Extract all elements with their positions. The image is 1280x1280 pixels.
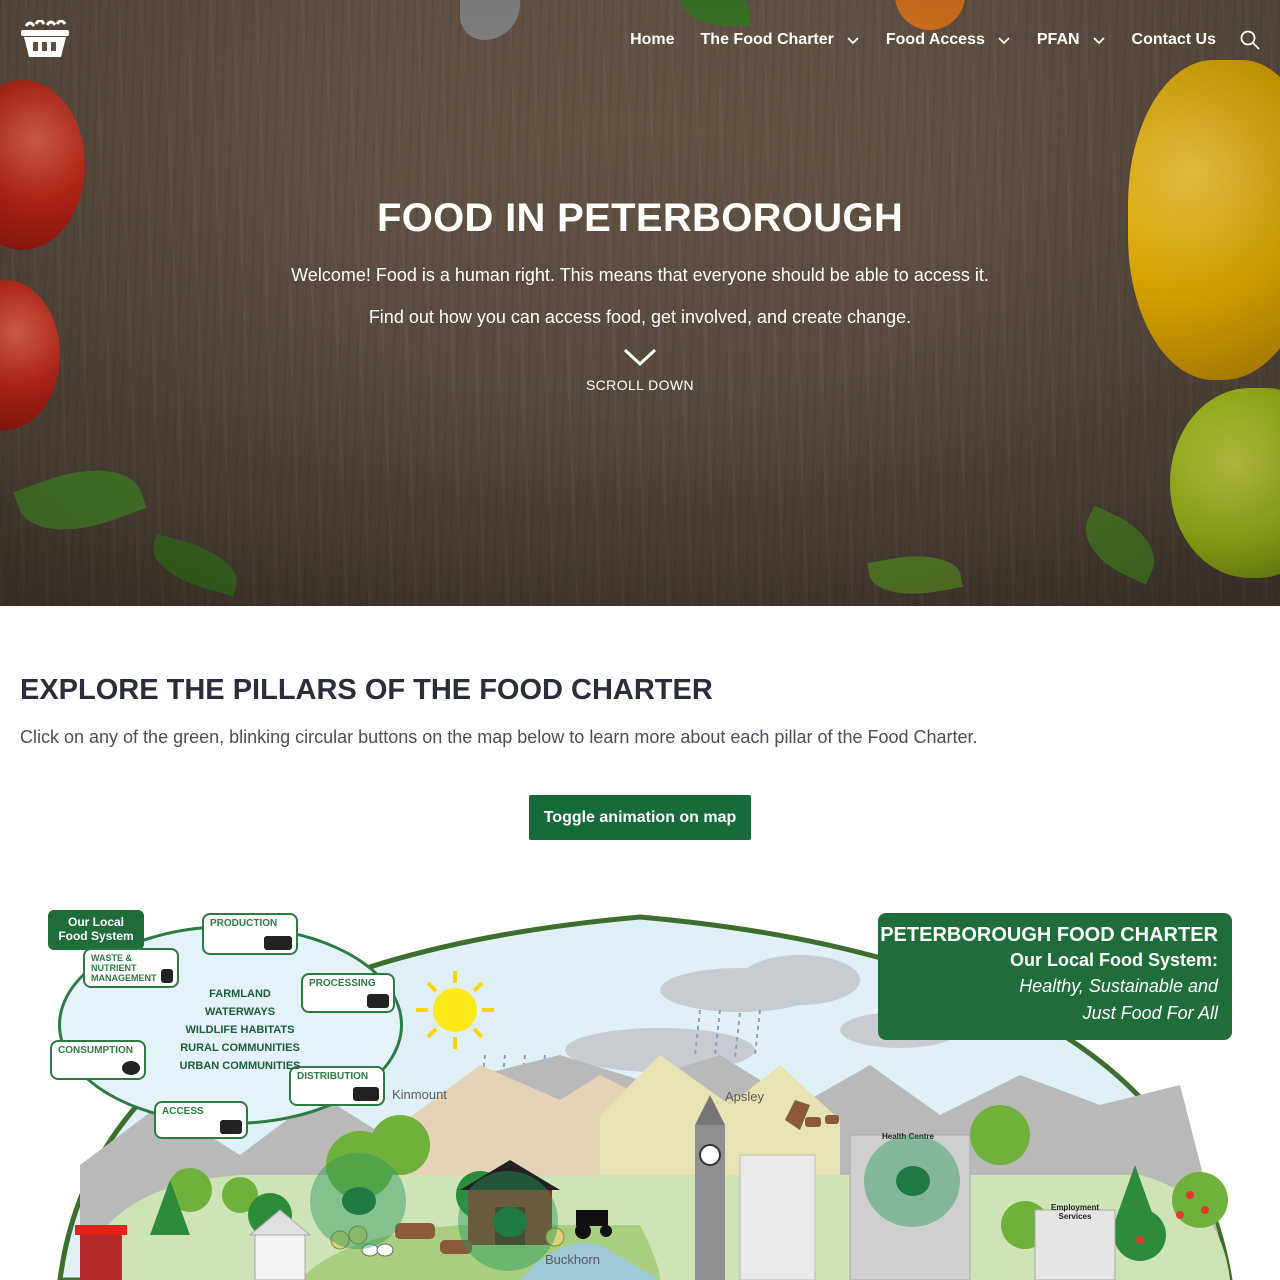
cycle-waste-label-2: NUTRIENT [91,963,137,973]
cycle-access-label: ACCESS [162,1106,204,1117]
truck-icon [353,1087,379,1101]
hero-content: FOOD IN PETERBOROUGH Welcome! Food is a … [0,196,1280,393]
employment-label-line2: Services [1058,1212,1092,1221]
chevron-down-icon[interactable] [1092,33,1106,47]
food-system-title-line1: Our Local [67,915,124,929]
food-system-title-line2: Food System [58,929,134,943]
pillar-button-dot [896,1166,930,1196]
cycle-waste-label-1: WASTE & [91,953,133,963]
employment-services-label: Employment Services [1035,1203,1115,1221]
cycle-access: ACCESS [154,1101,248,1139]
place-kinmount: Kinmount [392,1087,447,1102]
scroll-down-icon[interactable] [623,347,657,367]
land-type-item: WATERWAYS [204,1006,276,1018]
section-title: EXPLORE THE PILLARS OF THE FOOD CHARTER [20,674,713,706]
nav-label: The Food Charter [700,31,834,48]
cycle-production-label: PRODUCTION [210,918,278,929]
compost-icon [161,969,173,983]
pillar-button-health-centre[interactable] [864,1135,960,1227]
chevron-down-icon[interactable] [997,33,1011,47]
food-system-title: Our Local Food System [48,910,144,950]
land-type-item: RURAL COMMUNITIES [180,1042,300,1054]
nav-label: Food Access [885,31,985,48]
main-navigation: Home The Food Charter Food Access PFAN C… [0,0,1280,80]
hero-section: Home The Food Charter Food Access PFAN C… [0,0,1280,606]
nav-label: PFAN [1036,31,1080,48]
cycle-processing: PROCESSING [301,973,395,1013]
food-basket-icon[interactable] [20,20,70,58]
hero-welcome-text: Welcome! Food is a human right. This mea… [291,265,989,285]
place-apsley: Apsley [725,1089,765,1104]
land-type-item: FARMLAND [209,988,271,1000]
charter-tagline-2: Just Food For All [1082,1003,1218,1023]
toggle-animation-button[interactable]: Toggle animation on map [529,795,751,840]
food-charter-banner: PETERBOROUGH FOOD CHARTER Our Local Food… [878,913,1232,1040]
nav-item-food-access[interactable]: Food Access [886,31,1011,49]
pillar-button-dot [493,1207,527,1237]
section-description: Click on any of the green, blinking circ… [20,727,978,747]
pillar-button-farm[interactable] [458,1171,558,1271]
search-icon[interactable] [1240,30,1260,50]
pillar-button-dot [342,1187,376,1215]
cycle-processing-label: PROCESSING [309,978,376,989]
employment-label-line1: Employment [1050,1203,1099,1212]
cycle-production: PRODUCTION [202,913,298,955]
scroll-down-link[interactable]: SCROLL DOWN [0,377,1280,393]
nav-item-home[interactable]: Home [630,31,674,49]
nav-label: Home [630,31,675,48]
cycle-waste: WASTE & NUTRIENT MANAGEMENT [83,948,179,988]
jar-icon [367,994,389,1008]
plate-icon [122,1061,140,1075]
cycle-consumption-label: CONSUMPTION [58,1045,133,1056]
store-icon [220,1120,242,1134]
hero-subtext: Find out how you can access food, get in… [368,307,912,327]
cycle-consumption: CONSUMPTION [50,1040,146,1080]
pillar-button-farmland[interactable] [310,1153,406,1249]
nav-menu: Home The Food Charter Food Access PFAN C… [604,24,1260,56]
food-system-map: Our Local Food System PRODUCTION PROCESS… [40,905,1240,1280]
place-buckhorn: Buckhorn [545,1252,600,1267]
land-types-list: FARMLAND WATERWAYS WILDLIFE HABITATS RUR… [168,985,312,1075]
nav-item-contact[interactable]: Contact Us [1132,31,1216,49]
nav-item-food-charter[interactable]: The Food Charter [701,31,860,49]
charter-title: PETERBOROUGH FOOD CHARTER [880,924,1218,946]
chevron-down-icon[interactable] [846,33,860,47]
cycle-waste-label-3: MANAGEMENT [91,973,157,983]
land-type-item: URBAN COMMUNITIES [179,1060,301,1072]
page-title: FOOD IN PETERBOROUGH [376,196,904,240]
charter-tagline-1: Healthy, Sustainable and [1019,976,1218,996]
nav-item-pfan[interactable]: PFAN [1037,31,1106,49]
charter-subtitle: Our Local Food System: [1009,950,1218,970]
nav-label: Contact Us [1131,31,1216,48]
land-type-item: WILDLIFE HABITATS [185,1024,295,1036]
farm-animal-icon [264,936,292,950]
